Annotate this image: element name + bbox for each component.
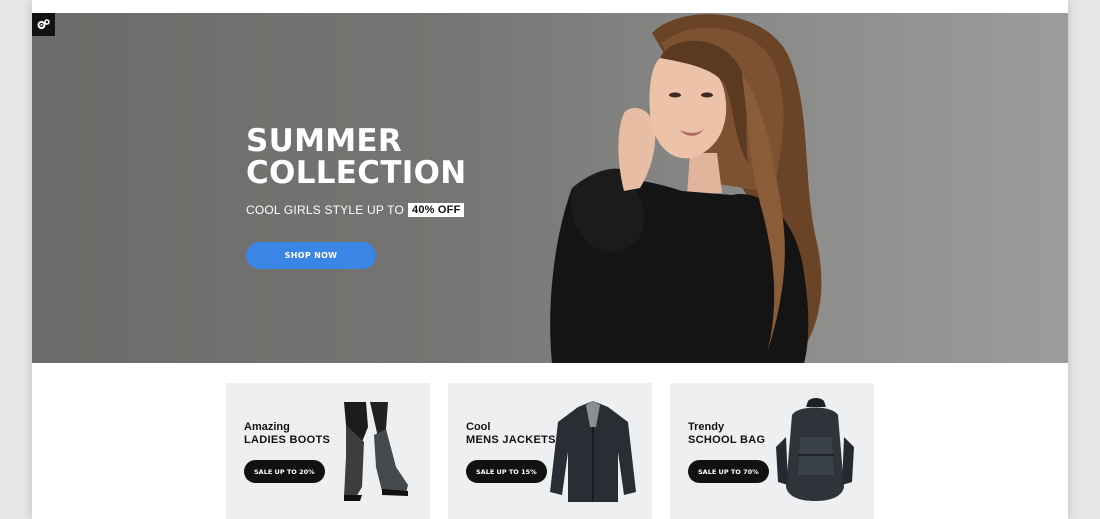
page: SUMMER COLLECTION COOL GIRLS STYLE UP TO… <box>32 0 1068 519</box>
hero-title-line2: COLLECTION <box>246 155 467 191</box>
shop-now-button[interactable]: SHOP NOW <box>246 242 376 269</box>
discount-badge: 40% OFF <box>408 203 465 217</box>
hero-subtitle-text: COOL GIRLS STYLE UP TO <box>246 203 405 217</box>
boots-image <box>344 402 408 501</box>
promo-cards: Amazing LADIES BOOTS SALE UP TO 20% Cool… <box>226 383 874 519</box>
hero-title-line1: SUMMER <box>246 123 403 159</box>
card-title: LADIES BOOTS <box>244 434 331 446</box>
jacket-image <box>550 401 636 502</box>
card-title: MENS JACKETS <box>466 434 556 446</box>
promo-card-jackets[interactable]: Cool MENS JACKETS SALE UP TO 15% <box>448 383 652 519</box>
hero-subtitle: COOL GIRLS STYLE UP TO 40% OFF <box>246 203 506 217</box>
sale-button[interactable]: SALE UP TO 15% <box>466 460 547 483</box>
hero-banner: SUMMER COLLECTION COOL GIRLS STYLE UP TO… <box>32 13 1068 363</box>
hero-title: SUMMER COLLECTION <box>246 125 506 189</box>
sale-button[interactable]: SALE UP TO 70% <box>688 460 769 483</box>
backpack-image <box>776 398 854 501</box>
model-photo <box>550 14 822 363</box>
settings-button[interactable] <box>32 13 55 36</box>
promo-card-boots[interactable]: Amazing LADIES BOOTS SALE UP TO 20% <box>226 383 430 519</box>
card-pretitle: Amazing <box>244 421 290 433</box>
card-pretitle: Trendy <box>688 421 725 433</box>
card-pretitle: Cool <box>466 421 491 433</box>
sale-button[interactable]: SALE UP TO 20% <box>244 460 325 483</box>
promo-card-bag[interactable]: Trendy SCHOOL BAG SALE UP TO 70% <box>670 383 874 519</box>
gears-icon <box>37 19 50 29</box>
card-title: SCHOOL BAG <box>688 434 766 446</box>
hero-text: SUMMER COLLECTION COOL GIRLS STYLE UP TO… <box>246 125 506 217</box>
